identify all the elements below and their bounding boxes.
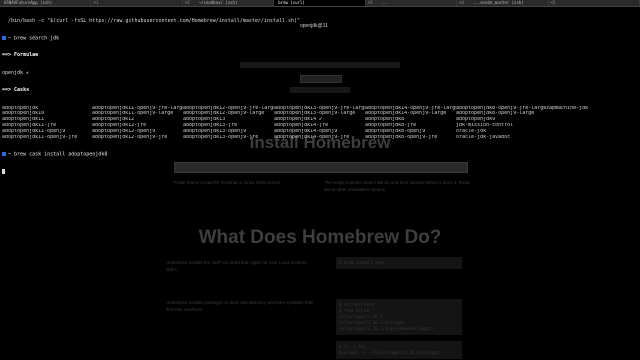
cask-item: adoptopenjdk14-openj9-jre — [274, 134, 350, 140]
terminal-tab[interactable]: ⌘5 — [549, 0, 640, 6]
cask-item: adoptopenjdk11-openj9-jre — [2, 134, 78, 140]
tab-title: ~/sandbox/ (zsh) — [198, 0, 238, 5]
terminal-tab[interactable]: USNAVFutureApp (zsh) — [0, 0, 92, 6]
tab-title: ... — [381, 0, 389, 5]
tab-shortcut: ⌘5 — [550, 0, 556, 5]
prompt-line: ~ brew search jdk — [2, 36, 638, 42]
code-block-1: $ brew install wget — [336, 257, 462, 269]
code-block-2: $ cd /usr/local $ find Cellar Cellar/wge… — [336, 299, 462, 335]
cask-item: adoptopenjdk12-openj9-jre — [92, 134, 168, 140]
tab-title: USNAVFutureApp (zsh) — [4, 0, 53, 5]
casks-header: ==> Casks — [2, 87, 30, 94]
tab-shortcut: ⌘4 — [459, 0, 464, 5]
tab-title: brew (curl) — [278, 0, 305, 5]
cask-item: adoptopenjdk8-openj9-jre — [365, 134, 438, 140]
install-command-line: /bin/bash -c "$(curl -fsSL https://raw.g… — [8, 17, 301, 24]
formula-openjdk: openjdk ✔ — [2, 69, 30, 76]
cursor-line — [2, 169, 638, 175]
install-para-2: The script explains what it will do and … — [324, 180, 470, 192]
casks-grid: adoptopenjdk adoptopenjdk11-openj9-jre-la… — [2, 106, 638, 141]
install-prompt-line: ~ brew cask install adoptopenjdk8 — [2, 152, 638, 158]
terminal-tab[interactable]: ⌘1 — [91, 0, 183, 6]
tab-shortcut: ⌘2 — [184, 0, 190, 5]
what-para-2: Homebrew installs packages to their own … — [166, 300, 314, 312]
cask-item: adoptopenjdk13-openj9-jre — [183, 134, 259, 140]
text-cursor — [2, 169, 5, 175]
terminal-tab-bar: USNAVFutureApp (zsh) ⌘1 ⌘2 ~/sandbox/ (zsh)… — [0, 0, 640, 7]
terminal-tab[interactable]: ⌘3... — [366, 0, 458, 6]
what-para-1: Homebrew installs the stuff you need tha… — [166, 260, 307, 272]
formulae-header: ==> Formulae — [2, 52, 39, 59]
prompt-icon — [2, 151, 6, 156]
tab-shortcut: ⌘1 — [93, 0, 99, 5]
tab-shortcut: ⌘3 — [367, 0, 373, 5]
prompt-icon — [2, 35, 6, 40]
terminal-tab[interactable]: ⌘4 ...ecode_master (zsh) — [457, 0, 549, 6]
cask-item: oracle-jdk-javadoc — [456, 134, 511, 140]
terminal-tab[interactable]: brew (curl) — [274, 0, 366, 6]
what-does-heading: What Does Homebrew Do? — [198, 227, 442, 248]
cask-item — [546, 135, 636, 141]
terminal-output[interactable]: /bin/bash -c "$(curl -fsSL https://raw.g… — [2, 7, 638, 181]
terminal-tab[interactable]: ⌘2 ~/sandbox/ (zsh) — [183, 0, 275, 6]
tab-title: ...ecode_master (zsh) — [473, 0, 524, 5]
code-block-3: $ ls -l bin bin/wget -> ../Cellar/wget/1… — [336, 341, 462, 359]
